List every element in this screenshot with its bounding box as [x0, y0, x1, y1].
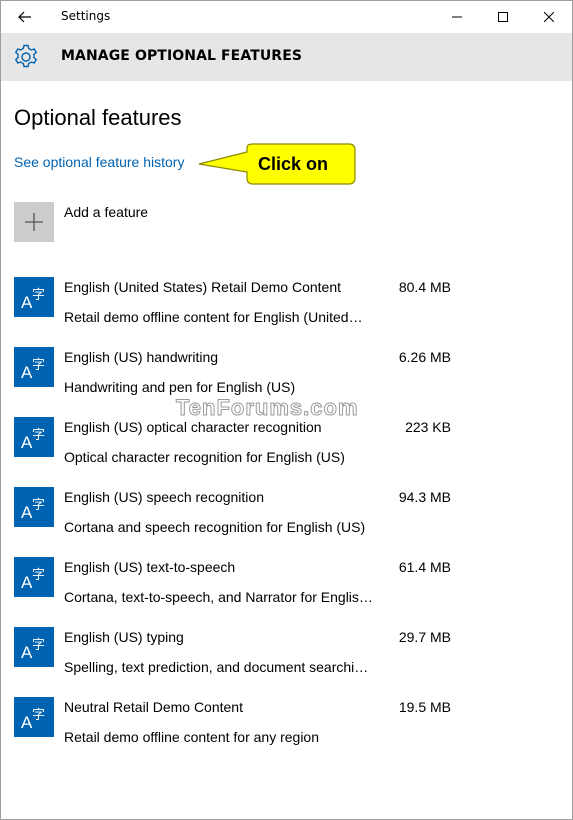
- feature-description: Spelling, text prediction, and document …: [64, 659, 369, 675]
- feature-size: 61.4 MB: [398, 559, 451, 575]
- feature-name: English (US) optical character recogniti…: [64, 419, 322, 435]
- optional-feature-history-link[interactable]: See optional feature history: [14, 154, 184, 170]
- maximize-button[interactable]: [480, 1, 526, 33]
- feature-name: Neutral Retail Demo Content: [64, 699, 243, 715]
- add-feature-button[interactable]: [14, 202, 54, 242]
- feature-item[interactable]: A 字 English (US) text-to-speech 61.4 MB Cort…: [1, 557, 572, 627]
- feature-name: English (US) typing: [64, 629, 184, 645]
- feature-description: Cortana, text-to-speech, and Narrator fo…: [64, 589, 373, 605]
- feature-item[interactable]: A 字 English (US) typing 29.7 MB Spelling, te…: [1, 627, 572, 697]
- language-icon: A字: [21, 638, 45, 662]
- svg-text:字: 字: [32, 358, 45, 373]
- feature-name: English (US) speech recognition: [64, 489, 264, 505]
- feature-name: English (US) handwriting: [64, 349, 219, 365]
- svg-text:字: 字: [32, 568, 45, 583]
- language-icon: A字: [21, 428, 45, 452]
- svg-text:字: 字: [32, 638, 45, 653]
- language-icon: A字: [21, 358, 45, 382]
- back-arrow-icon: [18, 11, 31, 23]
- language-icon: A字: [21, 498, 45, 522]
- plus-icon: [25, 213, 43, 231]
- title-bar: Settings: [1, 1, 572, 33]
- language-tile: A字: [14, 277, 54, 317]
- feature-size: 223 KB: [405, 419, 451, 435]
- callout-text: Click on: [258, 154, 329, 174]
- language-icon: A字: [21, 568, 45, 592]
- language-tile: A字: [14, 487, 54, 527]
- maximize-icon: [498, 12, 508, 22]
- language-tile: A字: [14, 347, 54, 387]
- svg-text:字: 字: [32, 708, 45, 723]
- language-icon: A字: [21, 708, 45, 732]
- feature-description: Optical character recognition for Englis…: [64, 449, 345, 465]
- settings-window: Settings MANAGE OPTIONAL FEATURES Option…: [0, 0, 573, 820]
- svg-text:字: 字: [32, 428, 45, 443]
- feature-item[interactable]: A 字 English (US) speech recognition 94.3 MB…: [1, 487, 572, 557]
- feature-description: Handwriting and pen for English (US): [64, 379, 296, 395]
- language-tile: A字: [14, 557, 54, 597]
- page-header: MANAGE OPTIONAL FEATURES: [1, 33, 572, 81]
- close-button[interactable]: [526, 1, 572, 33]
- feature-size: 29.7 MB: [398, 629, 451, 645]
- feature-item[interactable]: A 字 Neutral Retail Demo Content 19.5 MB Reta…: [1, 697, 572, 767]
- header-title: MANAGE OPTIONAL FEATURES: [61, 48, 303, 64]
- feature-item[interactable]: A 字 English (United States) Retail Demo Co…: [1, 277, 572, 347]
- feature-size: 19.5 MB: [398, 699, 451, 715]
- watermark: TenForums.com: [176, 395, 359, 421]
- minimize-icon: [452, 16, 462, 18]
- minimize-button[interactable]: [434, 1, 480, 33]
- feature-name: English (United States) Retail Demo Cont…: [64, 279, 342, 295]
- feature-size: 80.4 MB: [398, 279, 451, 295]
- language-tile: A字: [14, 417, 54, 457]
- feature-item[interactable]: A 字 English (US) optical character recogni…: [1, 417, 572, 487]
- close-icon: [544, 12, 554, 22]
- window-title: Settings: [61, 9, 111, 23]
- feature-size: 6.26 MB: [398, 349, 451, 365]
- language-tile: A字: [14, 697, 54, 737]
- feature-size: 94.3 MB: [398, 489, 451, 505]
- back-button[interactable]: [1, 1, 49, 33]
- feature-description: Cortana and speech recognition for Engli…: [64, 519, 366, 535]
- feature-description: Retail demo offline content for any regi…: [64, 729, 320, 745]
- gear-icon: [14, 44, 38, 68]
- language-tile: A字: [14, 627, 54, 667]
- svg-text:字: 字: [32, 288, 45, 303]
- language-icon: A字: [21, 288, 45, 312]
- svg-text:字: 字: [32, 498, 45, 513]
- feature-name: English (US) text-to-speech: [64, 559, 236, 575]
- add-feature-label[interactable]: Add a feature: [64, 204, 148, 220]
- page-title: Optional features: [14, 105, 182, 130]
- feature-description: Retail demo offline content for English …: [64, 309, 363, 325]
